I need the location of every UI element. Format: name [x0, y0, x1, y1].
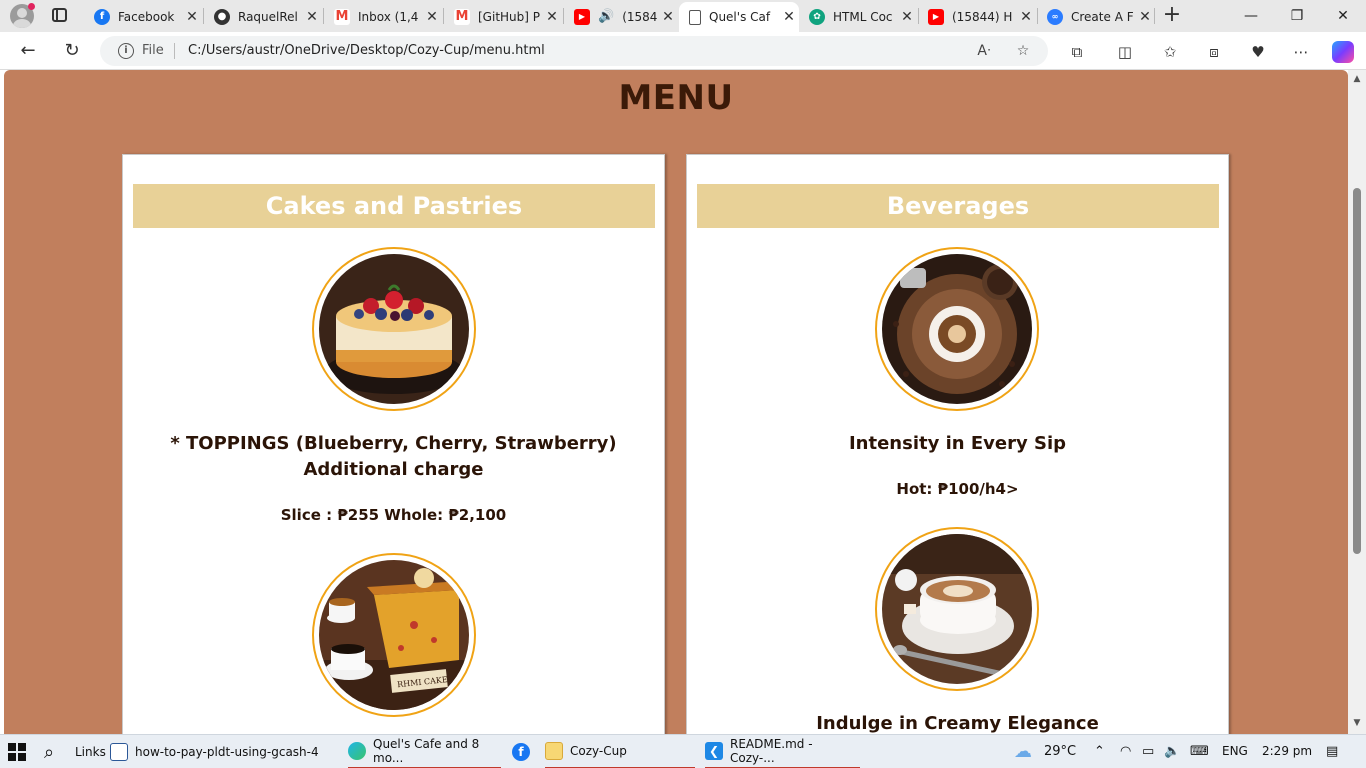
wifi-icon[interactable]: ◠: [1120, 744, 1131, 759]
youtube-icon: ▶: [928, 8, 944, 25]
facebook-icon: f: [512, 743, 530, 761]
address-bar[interactable]: i File C:/Users/austr/OneDrive/Desktop/C…: [100, 36, 1048, 66]
restore-button[interactable]: ❐: [1274, 0, 1320, 32]
close-tab-icon[interactable]: ✕: [1016, 9, 1036, 25]
item-photo-espresso: [875, 247, 1039, 411]
section-heading: Beverages: [697, 184, 1219, 228]
item-price: Slice : ₱255 Whole: ₱2,100: [280, 506, 507, 524]
vscode-icon: ❮: [705, 742, 723, 760]
search-icon[interactable]: ⌕: [44, 735, 54, 768]
notifications-icon[interactable]: ▤: [1326, 744, 1338, 759]
item-photo-cheesecake: [312, 247, 476, 411]
item-name: * TOPPINGS (Blueberry, Cherry, Strawberr…: [170, 433, 617, 480]
tab-codepen[interactable]: ∞ Create A F ✕: [1037, 2, 1155, 31]
browser-toolbar: ← ↻ i File C:/Users/austr/OneDrive/Deskt…: [0, 32, 1366, 70]
tab-youtube[interactable]: ▶ (15844) H ✕: [918, 2, 1036, 31]
menu-page: MENU Cakes and Pastries * TOPPINGS (Blue…: [4, 70, 1348, 734]
minimize-button[interactable]: —: [1228, 0, 1274, 32]
back-button[interactable]: ←: [15, 39, 41, 63]
read-aloud-icon[interactable]: Aᐧ: [974, 41, 994, 61]
scroll-down-arrow-icon[interactable]: ▼: [1352, 718, 1362, 728]
edge-icon: [348, 742, 366, 760]
keyboard-icon[interactable]: ⌨: [1190, 744, 1209, 759]
section-heading: Cakes and Pastries: [133, 184, 655, 228]
page-scrollbar[interactable]: ▲ ▼: [1348, 70, 1366, 734]
page-icon: [689, 9, 701, 25]
close-tab-icon[interactable]: ✕: [658, 9, 678, 25]
speaker-icon[interactable]: 🔊: [598, 9, 614, 24]
folder-icon: [545, 742, 563, 760]
gmail-icon: M: [334, 8, 350, 25]
battery-icon[interactable]: ▭: [1142, 744, 1154, 759]
close-tab-icon[interactable]: ✕: [897, 9, 917, 25]
collections-icon[interactable]: ⧈: [1203, 41, 1225, 63]
scrollbar-thumb[interactable]: [1353, 188, 1361, 554]
volume-icon[interactable]: 🔈: [1164, 744, 1180, 759]
more-menu-icon[interactable]: ⋯: [1290, 41, 1312, 63]
tab-youtube-audio[interactable]: ▶ 🔊 (1584 ✕: [564, 2, 678, 31]
tab-gmail-github[interactable]: M [GitHub] P ✕: [444, 2, 562, 31]
taskbar-vscode[interactable]: ❮ README.md - Cozy-...: [705, 735, 860, 768]
facebook-icon: f: [94, 8, 110, 25]
item-photo-cappuccino: [875, 527, 1039, 691]
page-viewport: MENU Cakes and Pastries * TOPPINGS (Blue…: [0, 70, 1366, 734]
scroll-up-arrow-icon[interactable]: ▲: [1352, 74, 1362, 84]
menu-section-cakes: Cakes and Pastries * TOPPINGS (Blueberry…: [122, 154, 665, 734]
url-text[interactable]: C:/Users/austr/OneDrive/Desktop/Cozy-Cup…: [188, 43, 545, 58]
taskbar-cozy-cup-folder[interactable]: Cozy-Cup: [545, 735, 695, 768]
item-photo-rhm-cake: RHMI CAKE: [312, 553, 476, 717]
tab-actions-icon[interactable]: [52, 8, 67, 22]
new-tab-button[interactable]: +: [1160, 4, 1184, 28]
close-tab-icon[interactable]: ✕: [182, 9, 202, 25]
item-name: Indulge in Creamy Elegance: [816, 713, 1099, 734]
clock-time[interactable]: 2:29 pm: [1262, 744, 1312, 758]
taskbar-edge-window[interactable]: Quel's Cafe and 8 mo...: [348, 735, 501, 768]
close-tab-icon[interactable]: ✕: [542, 9, 562, 25]
tab-github[interactable]: ● RaquelRel ✕: [204, 2, 322, 31]
menu-section-beverages: Beverages Intensity in Every Sip Hot: ₱1…: [686, 154, 1229, 734]
browser-essentials-icon[interactable]: ♥: [1247, 41, 1269, 63]
close-tab-icon[interactable]: ✕: [1135, 9, 1155, 25]
close-tab-icon[interactable]: ✕: [779, 9, 799, 25]
weather-temperature[interactable]: 29°C: [1044, 744, 1076, 759]
taskbar-facebook[interactable]: f: [512, 735, 537, 768]
chatgpt-icon: ✿: [809, 8, 825, 25]
refresh-button[interactable]: ↻: [59, 39, 85, 63]
info-icon[interactable]: i: [118, 43, 134, 59]
taskbar-file-how-to-pay[interactable]: how-to-pay-pldt-using-gcash-4: [110, 735, 319, 768]
close-tab-icon[interactable]: ✕: [302, 9, 322, 25]
language-indicator[interactable]: ENG: [1222, 744, 1248, 758]
tab-chatgpt[interactable]: ✿ HTML Coc ✕: [799, 2, 917, 31]
tab-gmail-inbox[interactable]: M Inbox (1,4 ✕: [324, 2, 442, 31]
youtube-icon: ▶: [574, 8, 590, 25]
split-screen-icon[interactable]: ◫: [1114, 41, 1136, 63]
item-name: Intensity in Every Sip: [848, 433, 1066, 454]
page-title: MENU: [618, 78, 734, 118]
windows-logo-icon: [8, 743, 26, 761]
codepen-icon: ∞: [1047, 8, 1063, 25]
file-icon: [110, 743, 128, 761]
weather-icon[interactable]: ☁: [1014, 741, 1032, 762]
start-button[interactable]: [8, 735, 26, 768]
copilot-icon[interactable]: [1332, 41, 1354, 63]
tab-quels-cafe[interactable]: Quel's Caf ✕: [679, 2, 799, 32]
favorite-star-icon[interactable]: ☆: [1013, 41, 1033, 61]
favorites-icon[interactable]: ✩: [1159, 41, 1181, 63]
scheme-label: File: [142, 43, 164, 58]
browser-tab-strip: f Facebook ✕ ● RaquelRel ✕ M Inbox (1,4 …: [0, 0, 1366, 32]
github-icon: ●: [214, 8, 230, 25]
show-hidden-icons-icon[interactable]: ⌃: [1094, 744, 1105, 759]
notification-dot: [28, 3, 35, 10]
taskbar-links[interactable]: Links: [75, 735, 106, 768]
close-tab-icon[interactable]: ✕: [422, 9, 442, 25]
windows-taskbar: ⌕ Links how-to-pay-pldt-using-gcash-4 Qu…: [0, 734, 1366, 768]
item-price: Hot: ₱100/h4>: [896, 480, 1019, 498]
close-window-button[interactable]: ✕: [1320, 0, 1366, 32]
gmail-icon: M: [454, 8, 470, 25]
extensions-icon[interactable]: ⧉: [1066, 41, 1088, 63]
tab-facebook[interactable]: f Facebook ✕: [84, 2, 202, 31]
